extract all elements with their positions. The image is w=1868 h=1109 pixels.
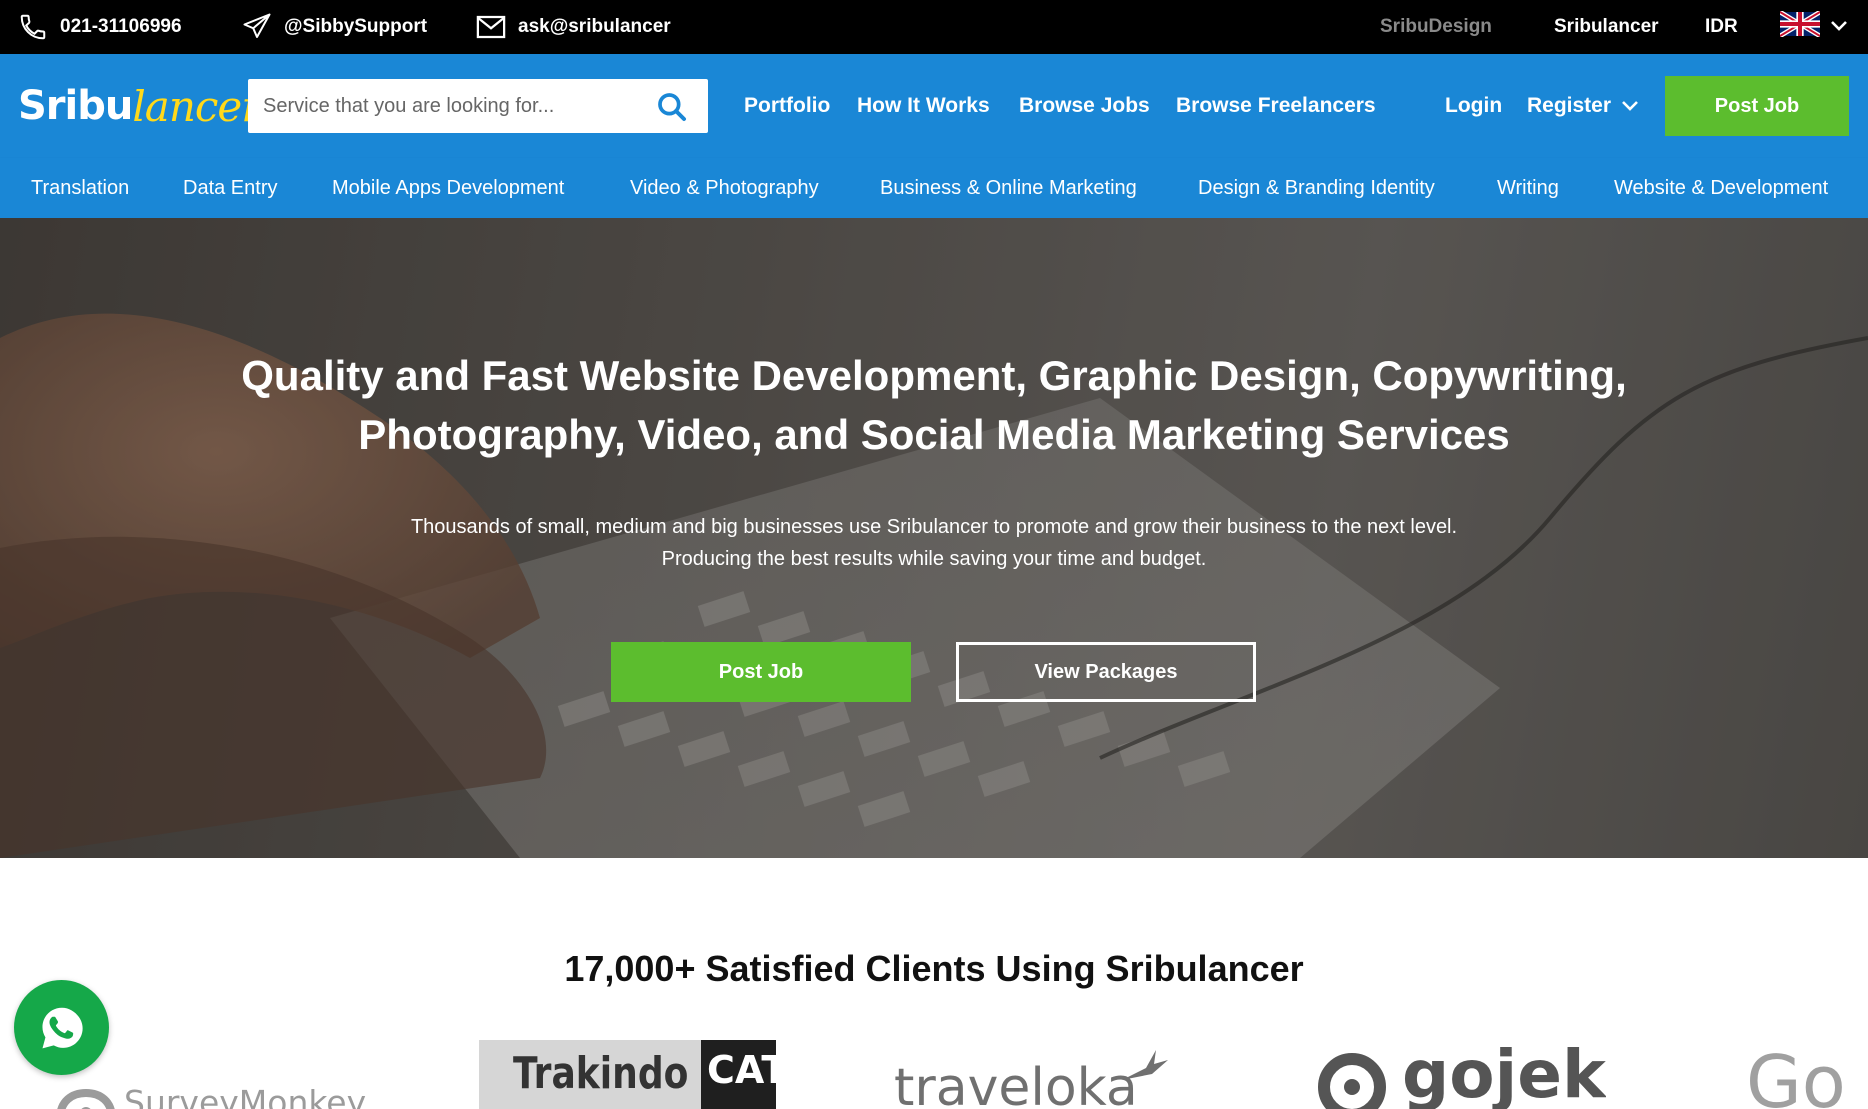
language-selector[interactable]	[1778, 0, 1848, 54]
view-packages-button[interactable]: View Packages	[956, 642, 1256, 702]
email-contact[interactable]: ask@sribulancer	[476, 0, 671, 54]
client-logo-partial: Go	[1746, 1040, 1868, 1109]
phone-contact[interactable]: 021-31106996	[18, 0, 182, 54]
hero-headline: Quality and Fast Website Development, Gr…	[100, 346, 1768, 464]
client-logo-traveloka: traveloka	[894, 1040, 1168, 1109]
traveloka-bird-icon	[1121, 1050, 1168, 1080]
hero-headline-line1: Quality and Fast Website Development, Gr…	[241, 352, 1627, 399]
partial-logo-wordmark: Go	[1746, 1040, 1846, 1109]
register-label: Register	[1527, 94, 1612, 117]
nav-browse-jobs[interactable]: Browse Jobs	[1019, 54, 1150, 158]
hero-subtext-line2: Producing the best results while saving …	[661, 548, 1207, 570]
search-input[interactable]	[263, 79, 643, 133]
gojek-wordmark: gojek	[1402, 1040, 1606, 1109]
uk-flag-icon	[1778, 9, 1822, 43]
sribudesign-link[interactable]: SribuDesign	[1380, 0, 1492, 54]
chevron-down-icon	[1621, 94, 1639, 118]
category-business-online-marketing[interactable]: Business & Online Marketing	[880, 158, 1137, 218]
search-icon[interactable]	[656, 91, 688, 128]
clients-section-title: 17,000+ Satisfied Clients Using Sribulan…	[564, 948, 1304, 989]
surveymonkey-icon	[57, 1088, 115, 1109]
email-address: ask@sribulancer	[518, 16, 671, 37]
hero-subtext: Thousands of small, medium and big busin…	[200, 511, 1668, 575]
client-logo-trakindo: Trakindo CAT	[479, 1040, 776, 1109]
phone-icon	[18, 12, 48, 42]
cat-badge: CAT	[701, 1040, 776, 1109]
nav-browse-freelancers[interactable]: Browse Freelancers	[1176, 54, 1376, 158]
support-handle: @SibbySupport	[284, 16, 428, 37]
whatsapp-chat-button[interactable]	[14, 980, 109, 1075]
logo-text-lancer: lancer	[132, 81, 261, 131]
client-logo-surveymonkey: SurveyMonkey	[56, 1068, 366, 1109]
support-contact[interactable]: @SibbySupport	[242, 0, 427, 54]
post-job-button-header[interactable]: Post Job	[1665, 76, 1849, 136]
service-search	[248, 79, 708, 133]
surveymonkey-wordmark: SurveyMonkey	[124, 1083, 367, 1109]
category-mobile-apps-development[interactable]: Mobile Apps Development	[332, 158, 564, 218]
logo-text-sribu: Sribu	[18, 83, 133, 129]
paper-plane-icon	[242, 12, 272, 42]
hero-subtext-line1: Thousands of small, medium and big busin…	[410, 516, 1458, 538]
category-design-branding-identity[interactable]: Design & Branding Identity	[1198, 158, 1435, 218]
nav-login[interactable]: Login	[1445, 54, 1502, 158]
category-bar: Translation Data Entry Mobile Apps Devel…	[0, 158, 1868, 218]
category-website-development[interactable]: Website & Development	[1614, 158, 1828, 218]
category-writing[interactable]: Writing	[1497, 158, 1559, 218]
gojek-icon	[1318, 1052, 1386, 1109]
nav-register[interactable]: Register	[1527, 54, 1639, 158]
category-translation[interactable]: Translation	[31, 158, 129, 218]
traveloka-wordmark: traveloka	[894, 1058, 1138, 1109]
envelope-icon	[476, 14, 506, 40]
currency-selector[interactable]: IDR	[1705, 0, 1738, 54]
post-job-button-hero[interactable]: Post Job	[611, 642, 911, 702]
phone-number: 021-31106996	[60, 16, 182, 37]
nav-portfolio[interactable]: Portfolio	[744, 54, 830, 158]
hero-banner: Quality and Fast Website Development, Gr…	[0, 218, 1868, 858]
category-video-photography[interactable]: Video & Photography	[630, 158, 819, 218]
top-info-bar: 021-31106996 @SibbySupport ask@sribulanc…	[0, 0, 1868, 54]
nav-how-it-works[interactable]: How It Works	[857, 54, 990, 158]
client-logo-gojek: gojek	[1316, 1040, 1606, 1109]
category-data-entry[interactable]: Data Entry	[183, 158, 277, 218]
whatsapp-icon	[41, 1007, 83, 1048]
sribulancer-link[interactable]: Sribulancer	[1554, 0, 1659, 54]
sribulancer-logo[interactable]: Sribu lancer	[18, 76, 261, 136]
hero-headline-line2: Photography, Video, and Social Media Mar…	[358, 411, 1510, 458]
trakindo-wordmark: Trakindo	[513, 1048, 689, 1099]
chevron-down-icon	[1830, 16, 1848, 38]
cat-wordmark: CAT	[707, 1048, 776, 1092]
